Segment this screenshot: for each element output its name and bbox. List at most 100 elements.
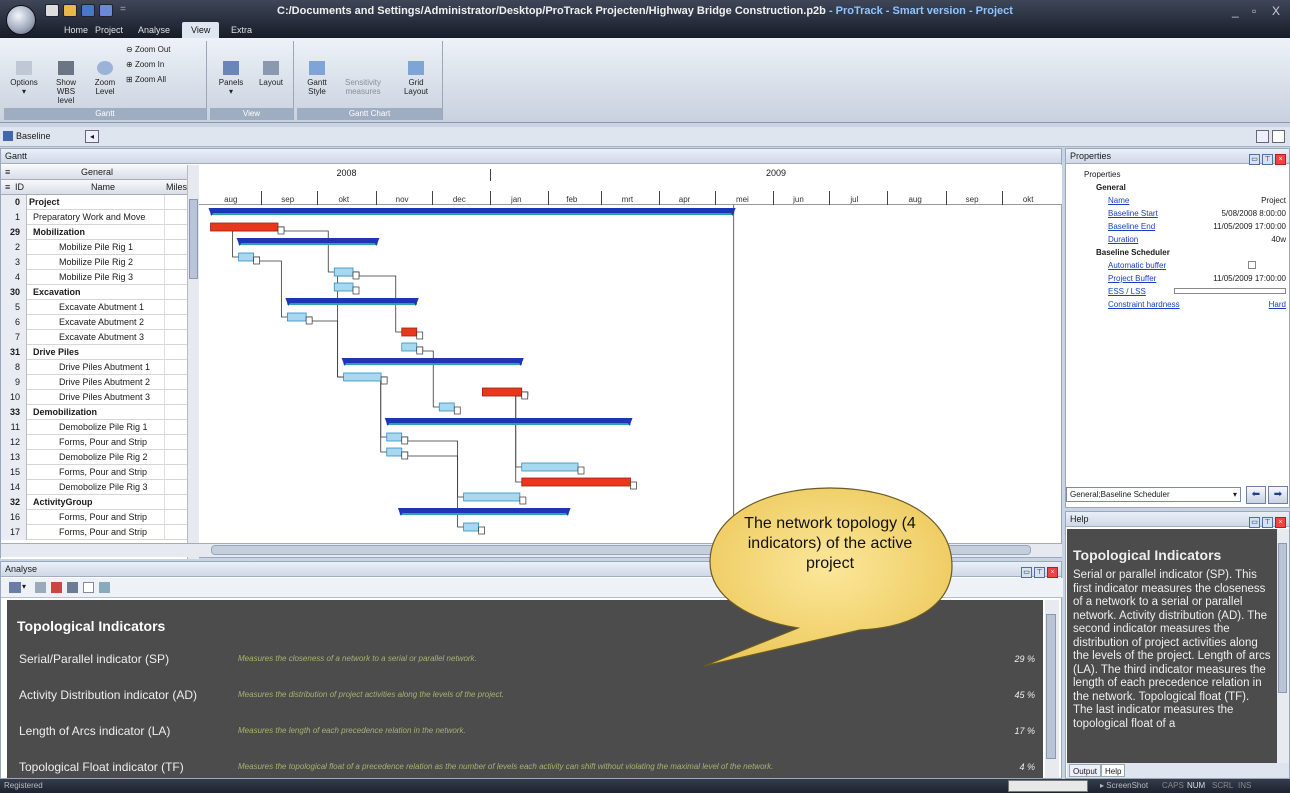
dependency-link[interactable] [401,436,464,498]
restore-icon[interactable]: ▭ [1249,517,1260,528]
property-value[interactable]: 5/08/2008 8:00:00 [1221,207,1286,220]
critical-task-bar[interactable] [521,477,631,487]
table-row[interactable]: 9 Drive Piles Abutment 2 [1,375,187,390]
new-page-icon[interactable] [1272,130,1285,143]
zoom-in-button[interactable]: ⊕ Zoom In [126,60,164,69]
tab-view[interactable]: View [182,22,220,38]
layout-button[interactable]: Layout [252,61,290,87]
task-float-box[interactable] [630,481,637,490]
task-float-box[interactable] [253,256,260,265]
grid-layout-button[interactable]: Grid Layout [393,61,439,96]
task-float-box[interactable] [519,496,527,505]
table-row[interactable]: 29 Mobilization [1,225,187,240]
property-value[interactable]: Project [1261,194,1286,207]
task-float-box[interactable] [401,436,409,445]
property-label[interactable]: Project Buffer [1108,274,1156,283]
table-row[interactable]: 30 Excavation [1,285,187,300]
col-id-header[interactable]: ID [15,182,24,192]
task-float-box[interactable] [416,346,424,355]
sensitivity-measures-button[interactable]: Sensitivity measures [337,61,389,96]
task-bar[interactable] [333,282,354,292]
property-label[interactable]: Duration [1108,235,1138,244]
col-miles-header[interactable]: Miles [166,182,187,192]
copy-icon[interactable] [99,582,110,593]
table-row[interactable]: 11 Demobolize Pile Rig 1 [1,420,187,435]
automatic-buffer-checkbox[interactable] [1248,261,1256,269]
next-property-button[interactable]: ➡ [1268,486,1288,504]
close-icon[interactable]: × [1275,517,1286,528]
table-row[interactable]: 1 Preparatory Work and Move [1,210,187,225]
summary-bar-edge[interactable] [210,213,734,215]
help-vertical-scrollbar[interactable] [1277,529,1289,764]
ess-lss-slider[interactable] [1174,288,1286,294]
task-bar[interactable] [286,312,307,322]
task-bar[interactable] [463,492,521,502]
task-bar[interactable] [463,522,480,532]
close-button[interactable]: X [1272,4,1280,18]
scroll-thumb[interactable] [189,199,198,279]
grid-menu-icon[interactable]: ≡ [5,167,10,177]
tab-output[interactable]: Output [1069,764,1102,777]
refresh-icon[interactable] [51,582,62,593]
show-wbs-level-button[interactable]: Show WBS level [46,61,86,105]
property-label[interactable]: ESS / LSS [1108,287,1146,296]
task-float-box[interactable] [305,316,313,325]
task-float-box[interactable] [277,226,285,235]
table-row[interactable]: 16 Forms, Pour and Strip [1,510,187,525]
task-bar[interactable] [438,402,455,412]
table-row[interactable]: 2 Mobilize Pile Rig 1 [1,240,187,255]
property-label[interactable]: Name [1108,196,1129,205]
table-row[interactable]: 0 Project [1,195,187,210]
properties-category-select[interactable]: General;Baseline Scheduler ▾ [1066,487,1241,502]
dependency-link[interactable] [401,451,464,528]
property-label[interactable]: Automatic buffer [1108,261,1166,270]
table-row[interactable]: 17 Forms, Pour and Strip [1,525,187,540]
restore-icon[interactable]: ▭ [1021,567,1032,578]
dependency-link[interactable] [515,391,529,468]
task-bar[interactable] [401,342,418,352]
analysis-type-icon[interactable] [9,582,21,593]
scroll-thumb[interactable] [1046,614,1056,759]
table-row[interactable]: 32 ActivityGroup [1,495,187,510]
gantt-style-button[interactable]: Gantt Style [299,61,335,96]
summary-bar-edge[interactable] [238,243,378,245]
list-icon[interactable] [67,582,78,593]
tab-project[interactable]: Project [86,22,132,38]
table-row[interactable]: 6 Excavate Abutment 2 [1,315,187,330]
table-row[interactable]: 4 Mobilize Pile Rig 3 [1,270,187,285]
zoom-all-button[interactable]: ⊞ Zoom All [126,75,166,84]
grid-horizontal-scrollbar[interactable] [1,543,199,557]
property-value[interactable]: 11/05/2009 17:00:00 [1213,220,1286,233]
task-float-box[interactable] [478,526,485,535]
task-float-box[interactable] [352,286,360,295]
table-row[interactable]: 10 Drive Piles Abutment 3 [1,390,187,405]
tab-extra[interactable]: Extra [222,22,261,38]
task-float-box[interactable] [577,466,585,475]
table-row[interactable]: 15 Forms, Pour and Strip [1,465,187,480]
tab-help[interactable]: Help [1101,764,1126,777]
status-input[interactable] [1008,780,1088,792]
chevron-down-icon[interactable]: ▾ [22,582,26,591]
minimize-button[interactable]: _ [1232,4,1239,18]
export-icon[interactable] [35,582,46,593]
property-label[interactable]: Constraint hardness [1108,300,1180,309]
grid-rowmenu-icon[interactable]: ≡ [5,182,10,192]
task-bar[interactable] [521,462,579,472]
table-row[interactable]: 5 Excavate Abutment 1 [1,300,187,315]
task-float-box[interactable] [401,451,409,460]
panels-button[interactable]: Panels ▾ [214,61,248,96]
close-icon[interactable]: × [1047,567,1058,578]
options-button[interactable]: Options ▾ [6,61,42,96]
pin-icon[interactable]: ⊤ [1034,567,1045,578]
task-bar[interactable] [386,432,403,442]
task-bar[interactable] [343,372,382,382]
property-value[interactable]: 11/05/2009 17:00:00 [1213,272,1286,285]
table-row[interactable]: 8 Drive Piles Abutment 1 [1,360,187,375]
restore-icon[interactable]: ▭ [1249,154,1260,165]
table-row[interactable]: 13 Demobolize Pile Rig 2 [1,450,187,465]
property-label[interactable]: Baseline End [1108,222,1155,231]
page-icon[interactable] [83,582,94,593]
analyse-vertical-scrollbar[interactable] [1045,600,1059,778]
task-float-box[interactable] [521,391,529,400]
dependency-link[interactable] [380,376,388,453]
